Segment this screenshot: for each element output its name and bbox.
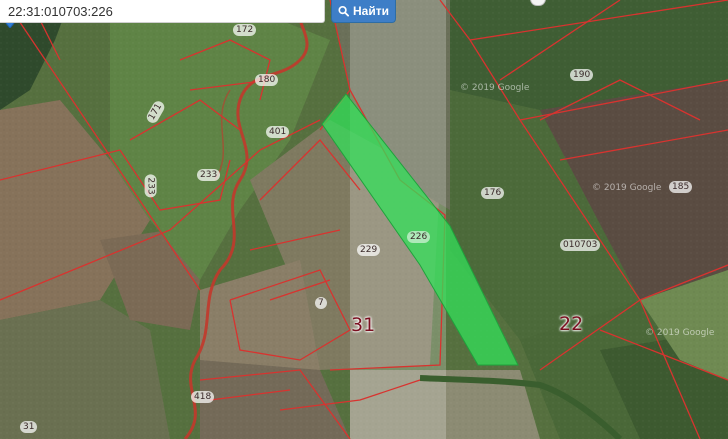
- parcel-label-31-small: 31: [20, 421, 38, 433]
- parcel-label-7: 7: [315, 297, 327, 309]
- search-icon: [338, 5, 350, 17]
- parcel-label-229: 229: [357, 244, 381, 256]
- parcel-label-172: 172: [233, 24, 257, 36]
- parcel-label-233-rotated: 233: [144, 174, 157, 198]
- parcel-label-selected: 226: [407, 231, 431, 243]
- copyright-watermark: © 2019 Google: [645, 328, 715, 338]
- parcel-label-401: 401: [266, 126, 290, 138]
- satellite-imagery: [0, 0, 728, 439]
- search-button[interactable]: Найти: [331, 0, 396, 23]
- parcel-label-185: 185: [669, 181, 693, 193]
- parcel-label-190: 190: [570, 69, 594, 81]
- quarter-label-22: 22: [559, 313, 584, 335]
- parcel-label-176: 176: [481, 187, 505, 199]
- search-button-label: Найти: [353, 4, 389, 18]
- cadastral-search-input[interactable]: [0, 0, 325, 23]
- parcel-label-233: 233: [197, 169, 221, 181]
- parcel-label-418: 418: [191, 391, 215, 403]
- copyright-watermark: © 2019 Google: [460, 83, 530, 93]
- quarter-label-31: 31: [351, 314, 376, 336]
- parcel-label-010703: 010703: [560, 239, 601, 251]
- parcel-label-180: 180: [255, 74, 279, 86]
- copyright-watermark: © 2019 Google: [592, 183, 662, 193]
- satellite-map[interactable]: 172 180 171 401 233 233 190 176 185 229 …: [0, 0, 728, 439]
